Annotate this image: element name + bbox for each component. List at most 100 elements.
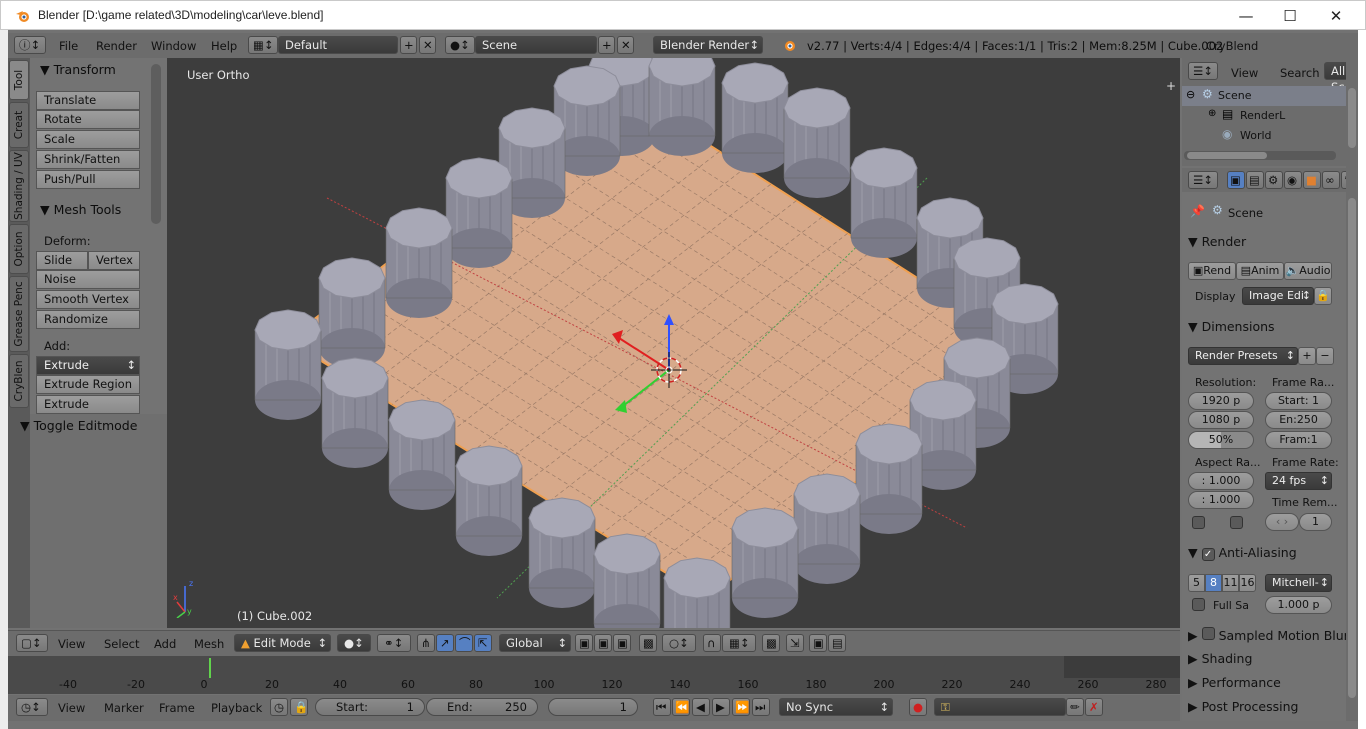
menu-view-timeline[interactable]: View (58, 701, 85, 715)
extrude-menu-button[interactable]: Extrude ↕ (36, 356, 140, 375)
toggle-editmode-header[interactable]: ▼ Toggle Editmode (20, 418, 137, 433)
filter-size-field[interactable]: 1.000 p (1265, 596, 1332, 614)
aa-samples-11[interactable]: 11 (1222, 574, 1239, 592)
tab-create[interactable]: Creat (9, 102, 29, 148)
resolution-x-field[interactable]: 1920 p (1188, 392, 1254, 410)
snap-toggle-icon[interactable]: ∩ (703, 634, 721, 652)
aa-filter-select[interactable]: Mitchell- ↕ (1265, 574, 1332, 592)
transform-panel-header[interactable]: ▼ Transform (40, 62, 116, 77)
performance-panel-header[interactable]: ▶ Performance (1188, 675, 1281, 690)
jump-end-icon[interactable]: ⏭ (752, 698, 770, 716)
render-context-icon[interactable]: ▣ (1227, 171, 1245, 189)
jump-start-icon[interactable]: ⏮ (653, 698, 671, 716)
scale-manipulator-icon[interactable]: ⇱ (474, 634, 492, 652)
randomize-button[interactable]: Randomize (36, 310, 140, 329)
vertex-select-icon[interactable]: ▣ (575, 634, 593, 652)
post-processing-panel-header[interactable]: ▶ Post Processing (1188, 699, 1298, 714)
outliner-editor-type-button[interactable]: ☰↕ (1188, 62, 1218, 80)
aspect-x-field[interactable]: : 1.000 (1188, 472, 1254, 490)
scale-button[interactable]: Scale (36, 130, 140, 149)
properties-editor-type-button[interactable]: ☰↕ (1188, 171, 1218, 189)
mode-select[interactable]: ▲ Edit Mode ↕ (234, 634, 331, 652)
crop-checkbox[interactable] (1230, 516, 1243, 529)
scene-add-icon[interactable]: + (598, 36, 615, 54)
render-layers-context-icon[interactable]: ▤ (1246, 171, 1264, 189)
world-context-icon[interactable]: ◉ (1284, 171, 1302, 189)
properties-scrollbar[interactable] (1346, 58, 1358, 721)
render-animation-icon[interactable]: ▤ (828, 634, 846, 652)
shading-panel-header[interactable]: ▶ Shading (1188, 651, 1252, 666)
anti-aliasing-checkbox[interactable]: ✓ (1201, 548, 1215, 561)
outliner-view-menu[interactable]: View (1231, 66, 1258, 80)
scene-name-field[interactable]: Scene (475, 36, 597, 54)
constraints-context-icon[interactable]: ∞ (1322, 171, 1340, 189)
tab-shading-uv[interactable]: Shading / UV (9, 150, 29, 222)
outliner-row-world[interactable]: ◉ World (1182, 126, 1358, 146)
extrude-region-button[interactable]: Extrude Region (36, 375, 140, 394)
menu-file[interactable]: File (59, 39, 78, 53)
lock-icon[interactable]: 🔒 (290, 698, 308, 716)
mesh-tools-panel-header[interactable]: ▼ Mesh Tools (40, 202, 121, 217)
3d-editor-type-button[interactable]: ▢↕ (16, 634, 48, 652)
record-icon[interactable]: ● (909, 698, 927, 716)
scene-remove-icon[interactable]: ✕ (617, 36, 634, 54)
play-reverse-icon[interactable]: ◀ (692, 698, 710, 716)
layout-selector-button[interactable]: ▦↕ (248, 36, 278, 54)
resolution-percentage-slider[interactable]: 50% (1188, 431, 1254, 449)
jump-keyframe-back-icon[interactable]: ⏪ (672, 698, 690, 716)
menu-view[interactable]: View (58, 637, 85, 651)
remove-preset-icon[interactable]: − (1316, 347, 1334, 365)
start-frame-field[interactable]: Start: 1 (315, 698, 425, 716)
aa-samples-5[interactable]: 5 (1188, 574, 1205, 592)
extrude-individual-button[interactable]: Extrude Individual (36, 395, 140, 428)
info-editor-type-button[interactable]: ⓘ↕ (14, 36, 46, 54)
aa-samples-16[interactable]: 16 (1239, 574, 1256, 592)
add-preset-icon[interactable]: + (1298, 347, 1316, 365)
transform-orientation-select[interactable]: Global ↕ (499, 634, 571, 652)
shrink-fatten-button[interactable]: Shrink/Fatten (36, 150, 140, 169)
viewport-shading-select[interactable]: ●↕ (337, 634, 371, 652)
push-pull-button[interactable]: Push/Pull (36, 170, 140, 189)
edge-select-icon[interactable]: ▣ (594, 634, 612, 652)
menu-frame[interactable]: Frame (159, 701, 195, 715)
outliner-scroll-thumb[interactable] (1187, 152, 1267, 159)
rotate-button[interactable]: Rotate (36, 110, 140, 129)
expand-icon[interactable]: ⊕ (1208, 108, 1216, 119)
manipulator-toggle[interactable]: ⋔ (417, 634, 435, 652)
slide-edge-button[interactable]: Slide Ed (36, 251, 88, 284)
pin-icon[interactable]: 📌 (1190, 204, 1205, 218)
aspect-y-field[interactable]: : 1.000 (1188, 491, 1254, 509)
sampled-motion-blur-checkbox[interactable] (1201, 627, 1215, 640)
render-animation-button[interactable]: ▤Anim (1236, 262, 1284, 280)
collapse-icon[interactable]: ⊖ (1186, 88, 1195, 101)
sampled-motion-blur-panel-header[interactable]: ▶ Sampled Motion Blur (1188, 627, 1349, 643)
play-icon[interactable]: ▶ (712, 698, 730, 716)
scene-selector-button[interactable]: ●↕ (445, 36, 475, 54)
layout-add-icon[interactable]: + (400, 36, 417, 54)
outliner-scroll-thumb-vertical[interactable] (1348, 88, 1356, 148)
time-remap-new-field[interactable]: 1 (1299, 513, 1332, 531)
menu-select[interactable]: Select (104, 637, 139, 651)
3d-viewport[interactable]: User Ortho (1) Cube.002 z xy + (167, 58, 1180, 628)
lock-interface-icon[interactable]: 🔒 (1314, 287, 1332, 305)
menu-window[interactable]: Window (151, 39, 196, 53)
insert-keyframe-icon[interactable]: ✏ (1066, 698, 1084, 716)
border-checkbox[interactable] (1192, 516, 1205, 529)
tab-cryblend[interactable]: CryBlen (9, 354, 29, 408)
rotate-manipulator-icon[interactable]: ⌒ (455, 634, 473, 652)
snap-target-icon[interactable]: ▩ (762, 634, 780, 652)
menu-render[interactable]: Render (96, 39, 137, 53)
display-select[interactable]: Image Edi ↕ (1242, 287, 1314, 305)
frame-rate-select[interactable]: 24 fps ↕ (1265, 472, 1332, 490)
render-panel-header[interactable]: ▼ Render (1188, 234, 1246, 249)
outliner-search-menu[interactable]: Search (1280, 66, 1320, 80)
preview-range-icon[interactable]: ◷ (270, 698, 288, 716)
timeline-ruler[interactable]: -40 -20 0 20 40 60 80 100 120 140 160 180 200 220 240 2… (8, 678, 1180, 692)
noise-button[interactable]: Noise (36, 270, 140, 289)
current-frame-marker[interactable] (209, 658, 211, 678)
outliner-row-scene[interactable]: ⊖ ⚙ Scene (1182, 86, 1358, 106)
frame-end-field[interactable]: En:250 (1265, 411, 1332, 429)
jump-keyframe-forward-icon[interactable]: ⏩ (732, 698, 750, 716)
frame-start-field[interactable]: Start: 1 (1265, 392, 1332, 410)
tab-options[interactable]: Option (9, 224, 29, 274)
